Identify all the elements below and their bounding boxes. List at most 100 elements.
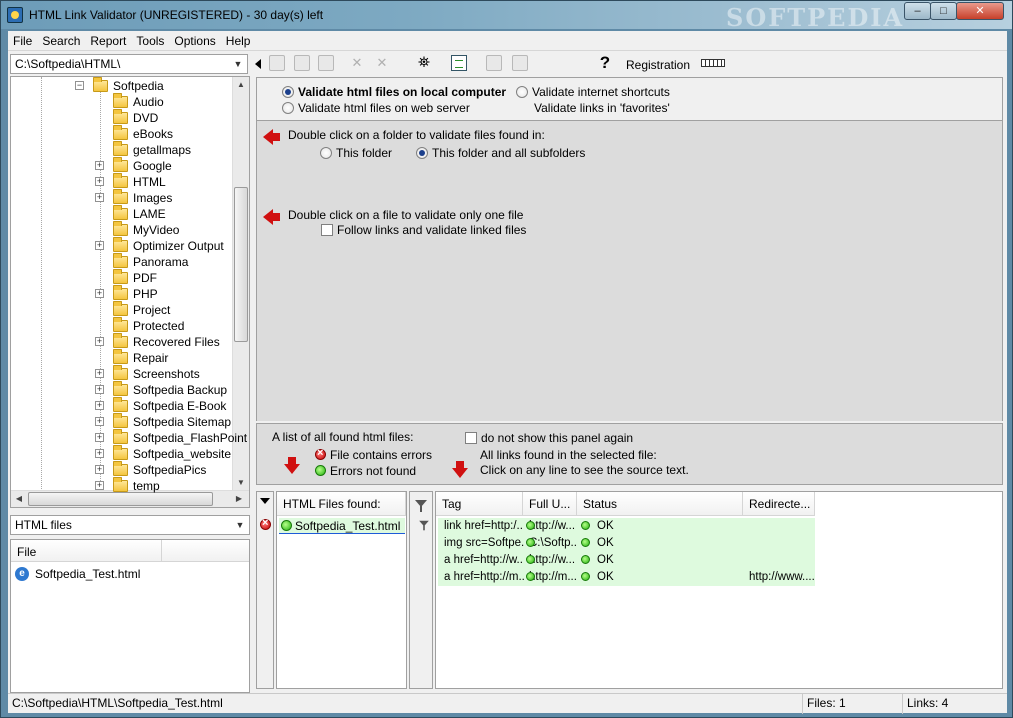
menu-search[interactable]: Search	[37, 31, 85, 51]
radio-validate-web[interactable]	[282, 102, 294, 114]
delete-icon[interactable]: ✕	[349, 55, 365, 71]
file-type-combo[interactable]: HTML files ▼	[10, 515, 250, 535]
expand-icon[interactable]: +	[95, 433, 104, 442]
tree-item[interactable]: + Softpedia Backup	[11, 381, 231, 398]
tree-item[interactable]: getallmaps	[11, 141, 231, 158]
file-list-header[interactable]: File	[11, 540, 249, 562]
tree-item[interactable]: eBooks	[11, 125, 231, 142]
close-button[interactable]: ✕	[956, 2, 1004, 20]
table-row[interactable]: a href=http://m... http://m... OK http://ww…	[438, 569, 815, 586]
expand-icon[interactable]: +	[95, 161, 104, 170]
tree-item[interactable]: + Images	[11, 189, 231, 206]
preview-icon[interactable]	[486, 55, 502, 71]
delete-all-icon[interactable]: ✕	[374, 55, 390, 71]
report-icon[interactable]	[451, 55, 467, 71]
expand-icon[interactable]: +	[95, 289, 104, 298]
save-icon[interactable]	[269, 55, 285, 71]
expand-icon[interactable]: +	[95, 449, 104, 458]
tree-item[interactable]: Protected	[11, 317, 231, 334]
tree-item[interactable]: PDF	[11, 269, 231, 286]
radio-validate-local[interactable]	[282, 86, 294, 98]
filter-icon[interactable]	[415, 500, 427, 512]
registration-button[interactable]: Registration	[626, 58, 690, 72]
scroll-thumb[interactable]	[234, 187, 248, 342]
chevron-down-icon[interactable]: ▼	[233, 517, 247, 533]
tree-item[interactable]: + Optimizer Output	[11, 237, 231, 254]
radio-validate-shortcuts[interactable]	[516, 86, 528, 98]
tree-item[interactable]: − Softpedia	[11, 77, 231, 94]
settings-icon[interactable]	[294, 55, 310, 71]
menu-options[interactable]: Options	[169, 31, 220, 51]
expand-icon[interactable]: +	[95, 481, 104, 490]
tree-item[interactable]: + Softpedia_FlashPoint	[11, 429, 247, 446]
table-row[interactable]: link href=http:/... http://w... OK	[438, 518, 815, 535]
list-item[interactable]: Softpedia_Test.html	[279, 518, 405, 534]
link-filter-column[interactable]	[409, 491, 433, 689]
tree-item[interactable]: + Softpedia Sitemap	[11, 413, 231, 430]
dont-show-checkbox[interactable]	[465, 432, 477, 444]
menu-tools[interactable]: Tools	[131, 31, 169, 51]
tree-item[interactable]: + Softpedia E-Book	[11, 397, 231, 414]
keyboard-icon[interactable]	[701, 59, 725, 67]
minimize-button[interactable]: –	[904, 2, 931, 20]
expand-icon[interactable]: +	[95, 369, 104, 378]
expand-icon[interactable]: +	[95, 465, 104, 474]
tree-item[interactable]: + Screenshots	[11, 365, 231, 382]
column-header-tag[interactable]: Tag	[436, 492, 523, 516]
expand-icon[interactable]: +	[95, 417, 104, 426]
table-row[interactable]: img src=Softpe... C:\Softp... OK	[438, 535, 815, 552]
menu-help[interactable]: Help	[221, 31, 256, 51]
tree-item[interactable]: + HTML	[11, 173, 231, 190]
tree-vertical-scrollbar[interactable]: ▲ ▼	[232, 77, 249, 491]
expand-icon[interactable]: +	[95, 193, 104, 202]
tree-item[interactable]: Project	[11, 301, 231, 318]
tree-item[interactable]: + Recovered Files	[11, 333, 231, 350]
tree-item[interactable]: + temp	[11, 477, 231, 494]
scroll-up-icon[interactable]: ▲	[233, 77, 249, 93]
find-icon[interactable]: ⛯	[416, 55, 432, 71]
path-combo[interactable]: C:\Softpedia\HTML\ ▼	[10, 54, 248, 74]
collapse-left-icon[interactable]	[255, 59, 261, 69]
file-list[interactable]: File e Softpedia_Test.html	[10, 539, 250, 693]
menu-file[interactable]: File	[8, 31, 37, 51]
column-header-status[interactable]: Status	[577, 492, 743, 516]
tree-item[interactable]: + SoftpediaPics	[11, 461, 231, 478]
column-header-redirected[interactable]: Redirecte...	[743, 492, 815, 516]
tree-item[interactable]: LAME	[11, 205, 231, 222]
chevron-down-icon[interactable]	[260, 498, 270, 504]
found-files-pane[interactable]: HTML Files found: Softpedia_Test.html	[276, 491, 407, 689]
chevron-down-icon[interactable]: ▼	[231, 56, 245, 72]
document-icon[interactable]	[512, 55, 528, 71]
tree-item[interactable]: + Google	[11, 157, 231, 174]
folder-tree[interactable]: ▲ ▼ ◀ ▶ − Softpedia Audio DVD eBooks getallma…	[10, 76, 250, 508]
tree-item[interactable]: Repair	[11, 349, 231, 366]
column-header-full-url[interactable]: Full U...	[523, 492, 577, 516]
expand-icon[interactable]: +	[95, 337, 104, 346]
scroll-right-icon[interactable]: ▶	[231, 491, 247, 507]
scroll-down-icon[interactable]: ▼	[233, 475, 249, 491]
help-icon[interactable]: ?	[597, 54, 613, 71]
found-files-header[interactable]: HTML Files found:	[277, 492, 406, 516]
status-filter-column[interactable]	[256, 491, 274, 689]
copy-icon[interactable]	[318, 55, 334, 71]
expand-icon[interactable]: +	[95, 401, 104, 410]
column-separator[interactable]	[161, 540, 162, 562]
radio-all-subfolders[interactable]	[416, 147, 428, 159]
validate-favorites-label[interactable]: Validate links in 'favorites'	[534, 101, 670, 115]
menu-report[interactable]: Report	[85, 31, 131, 51]
links-pane[interactable]: Tag Full U... Status Redirecte... link h…	[435, 491, 1003, 689]
follow-links-checkbox[interactable]	[321, 224, 333, 236]
expand-icon[interactable]: +	[95, 385, 104, 394]
tree-item[interactable]: MyVideo	[11, 221, 231, 238]
title-bar[interactable]: HTML Link Validator (UNREGISTERED) - 30 …	[1, 1, 1012, 32]
expand-icon[interactable]: +	[95, 177, 104, 186]
tree-item[interactable]: + PHP	[11, 285, 231, 302]
expand-icon[interactable]: +	[95, 241, 104, 250]
collapse-icon[interactable]: −	[75, 81, 84, 90]
tree-item[interactable]: + Softpedia_website	[11, 445, 231, 462]
filter-options-icon[interactable]	[419, 520, 429, 531]
scroll-thumb-horizontal[interactable]	[28, 492, 213, 506]
tree-item[interactable]: Panorama	[11, 253, 231, 270]
tree-item[interactable]: Audio	[11, 93, 231, 110]
radio-this-folder[interactable]	[320, 147, 332, 159]
